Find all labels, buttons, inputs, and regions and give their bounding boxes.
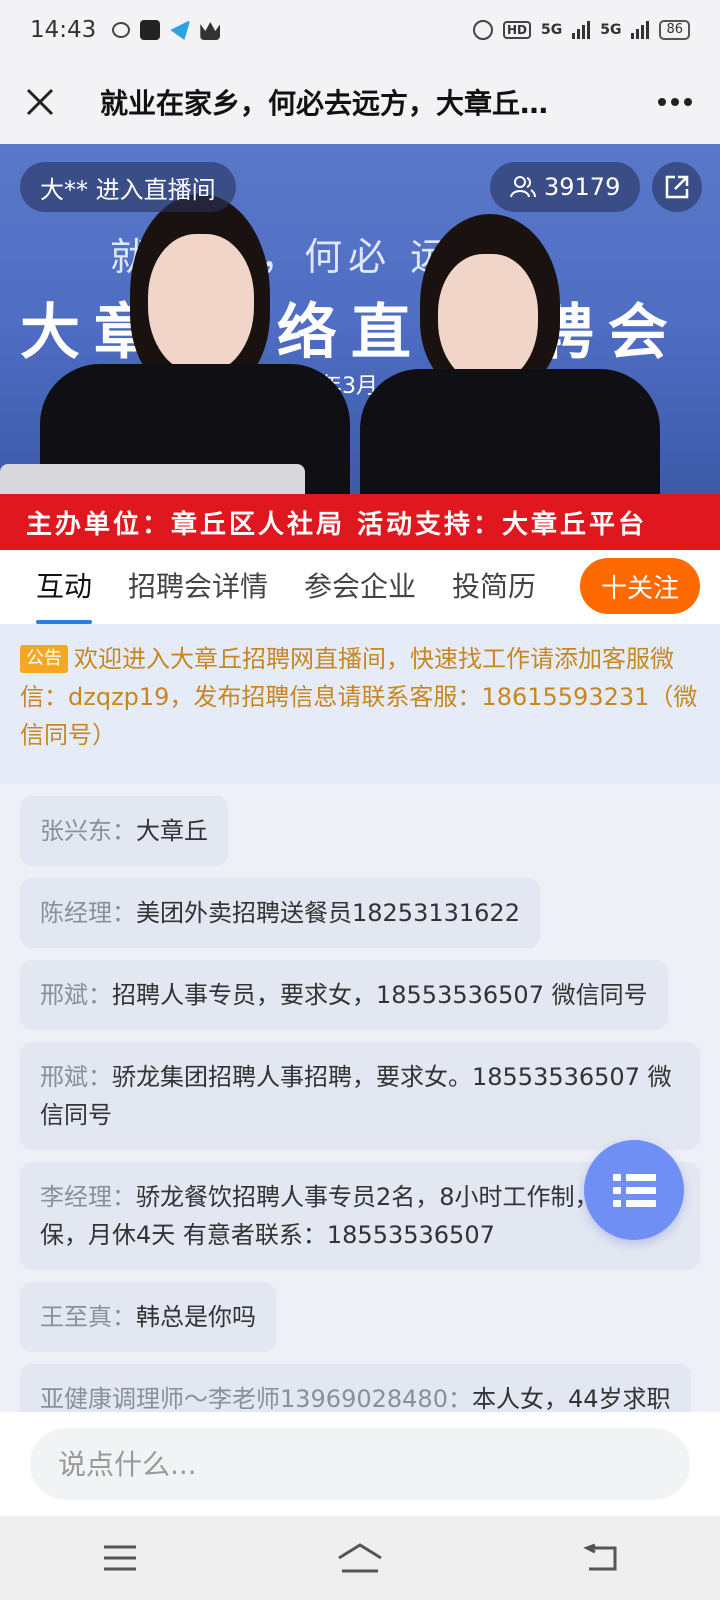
- network-label-2: 5G: [600, 22, 622, 38]
- viewer-count-badge: 39179: [490, 162, 641, 212]
- chat-message: 张兴东：大章丘: [20, 796, 228, 866]
- comment-input[interactable]: [30, 1428, 690, 1500]
- host-right: [340, 214, 680, 494]
- enter-notice: 大** 进入直播间: [20, 162, 236, 212]
- signal-icon-2: [631, 21, 650, 39]
- organizer-banner: 主办单位：章丘区人社局 活动支持：大章丘平台: [0, 494, 720, 550]
- nav-menu-button[interactable]: [80, 1528, 160, 1588]
- tab-companies[interactable]: 参会企业: [304, 550, 416, 624]
- chat-message: 邢斌：骄龙集团招聘人事招聘，要求女。18553536507 微信同号: [20, 1042, 700, 1150]
- follow-button[interactable]: 十关注: [580, 558, 700, 614]
- announcement: 公告 欢迎进入大章丘招聘网直播间，快速找工作请添加客服微信：dzqzp19，发布招…: [0, 624, 720, 784]
- chat-author: 陈经理：: [40, 899, 136, 927]
- chat-text: 大章丘: [136, 817, 208, 845]
- comment-bar: [0, 1412, 720, 1516]
- system-nav-bar: [0, 1516, 720, 1600]
- telegram-icon: [170, 20, 191, 40]
- chat-text: 本人女，44岁求职: [471, 1385, 671, 1412]
- battery-indicator: 86: [659, 20, 690, 40]
- list-icon: [612, 1173, 656, 1181]
- close-icon: [26, 88, 54, 116]
- nav-home-button[interactable]: [320, 1528, 400, 1588]
- status-bar: 14:43 HD 5G 5G 86: [0, 0, 720, 60]
- chat-text: 招聘人事专员，要求女，18553536507 微信同号: [112, 981, 648, 1009]
- floating-list-button[interactable]: [584, 1140, 684, 1240]
- viewer-count: 39179: [544, 173, 621, 201]
- share-button[interactable]: [652, 162, 702, 212]
- hd-label: HD: [502, 21, 531, 39]
- notification-icons: [112, 20, 221, 40]
- laptop: [0, 464, 305, 494]
- chat-text: 美团外卖招聘送餐员18253131622: [136, 899, 520, 927]
- network-label-1: 5G: [540, 22, 563, 38]
- signal-icon: [572, 21, 591, 39]
- back-icon: [583, 1543, 617, 1571]
- message-icon: [112, 22, 131, 38]
- announcement-text: 欢迎进入大章丘招聘网直播间，快速找工作请添加客服微信：dzqzp19，发布招聘信…: [20, 645, 698, 749]
- tab-bar: 互动 招聘会详情 参会企业 投简历 十关注: [0, 550, 720, 624]
- more-button[interactable]: [630, 60, 720, 144]
- status-right: HD 5G 5G 86: [472, 20, 690, 40]
- host-left: [20, 194, 350, 494]
- chat-message: 邢斌：招聘人事专员，要求女，18553536507 微信同号: [20, 960, 668, 1030]
- more-icon: [658, 98, 692, 106]
- chat-text: 韩总是你吗: [136, 1303, 256, 1331]
- live-video[interactable]: 就 家乡，何必 远方 大章 网络直 招聘会 年3月 大** 进入直播间 3917…: [0, 144, 720, 494]
- crown-icon: [200, 22, 221, 40]
- viewers-icon: [510, 176, 536, 198]
- tab-submit-resume[interactable]: 投简历: [452, 550, 536, 624]
- title-bar: 就业在家乡，何必去远方，大章丘…: [0, 60, 720, 144]
- chat-list[interactable]: 张兴东：大章丘 陈经理：美团外卖招聘送餐员18253131622 邢斌：招聘人事…: [0, 784, 720, 1412]
- chat-author: 张兴东：: [40, 817, 136, 845]
- chat-author: 王至真：: [40, 1303, 136, 1331]
- tab-list: 互动 招聘会详情 参会企业 投简历: [0, 550, 570, 624]
- chat-message: 王至真：韩总是你吗: [20, 1282, 276, 1352]
- announcement-badge: 公告: [20, 645, 68, 673]
- chat-message: 陈经理：美团外卖招聘送餐员18253131622: [20, 878, 540, 948]
- menu-icon: [104, 1545, 136, 1571]
- page-title: 就业在家乡，何必去远方，大章丘…: [100, 87, 549, 120]
- tiktok-icon: [140, 20, 161, 40]
- tab-fair-details[interactable]: 招聘会详情: [128, 550, 268, 624]
- chat-author: 邢斌：: [40, 1063, 112, 1091]
- share-icon: [665, 175, 689, 199]
- chat-author: 邢斌：: [40, 981, 112, 1009]
- chat-message: 亚健康调理师～李老师13969028480：本人女，44岁求职: [20, 1364, 691, 1412]
- nav-back-button[interactable]: [560, 1528, 640, 1588]
- status-time: 14:43: [30, 17, 97, 43]
- chat-author: 亚健康调理师～李老师13969028480：: [40, 1385, 472, 1412]
- chat-text: 骄龙集团招聘人事招聘，要求女。18553536507 微信同号: [40, 1063, 672, 1129]
- alarm-icon: [472, 20, 493, 40]
- home-icon: [338, 1543, 382, 1573]
- chat-author: 李经理：: [40, 1183, 136, 1211]
- tab-interaction[interactable]: 互动: [36, 550, 93, 624]
- close-button[interactable]: [0, 60, 80, 144]
